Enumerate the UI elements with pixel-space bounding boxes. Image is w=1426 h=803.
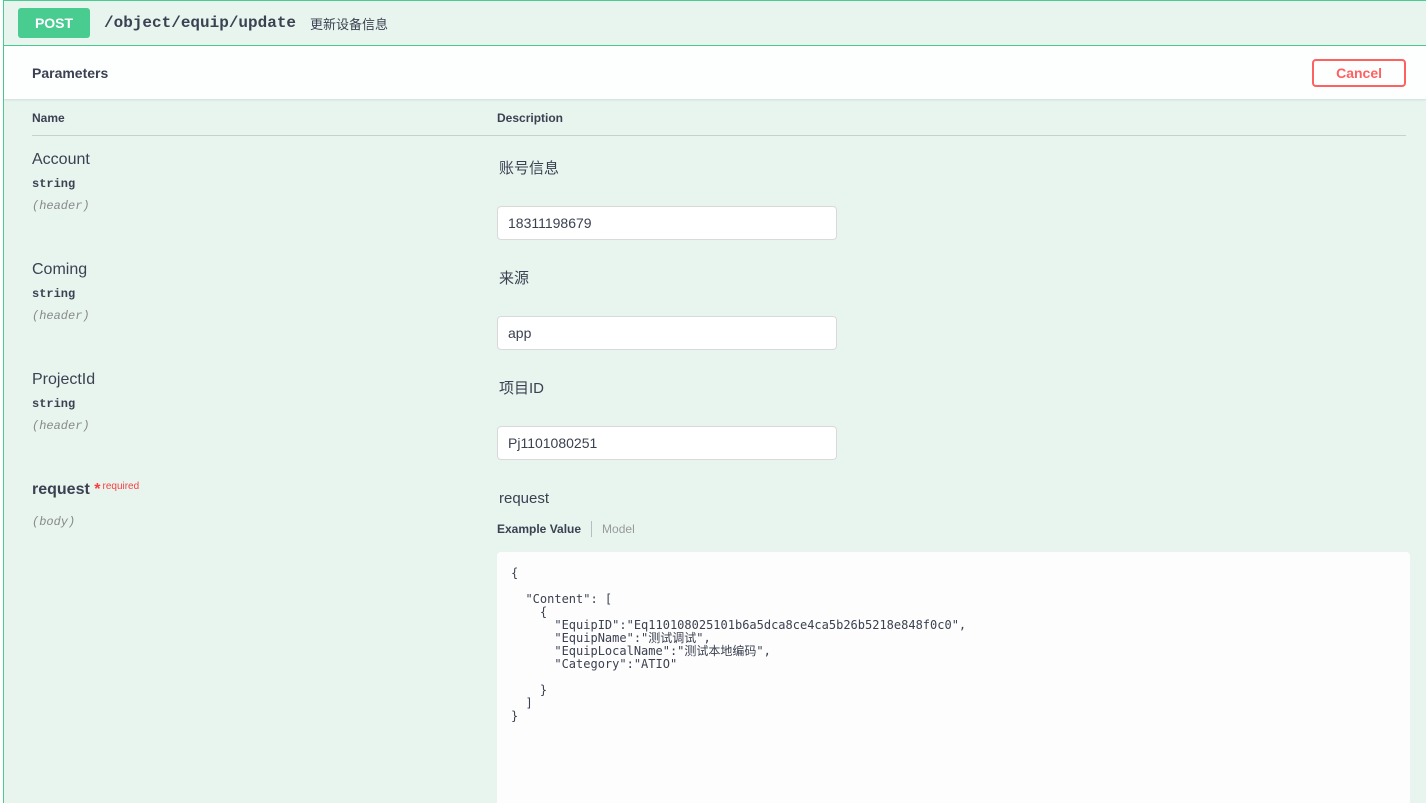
table-row-coming: Coming string (header) 来源 — [32, 246, 1406, 356]
table-header-row: Name Description — [32, 99, 1406, 136]
coming-input[interactable] — [497, 316, 837, 350]
parameters-header: Parameters Cancel — [4, 46, 1426, 99]
param-type: string — [32, 177, 497, 191]
param-projectid-description-cell: 项目ID — [497, 370, 1406, 460]
param-request-description-cell: request Example Value Model { "Content":… — [497, 480, 1410, 803]
param-request-meta: request *required (body) — [32, 480, 497, 803]
param-description: 项目ID — [497, 380, 1406, 398]
request-name: request — [32, 481, 90, 498]
example-value-json[interactable]: { "Content": [ { "EquipID":"Eq1101080251… — [497, 552, 1410, 803]
column-header-description: Description — [497, 99, 1406, 136]
opblock-post: POST /object/equip/update 更新设备信息 Paramet… — [3, 0, 1426, 803]
param-name: Account — [32, 150, 497, 169]
parameters-title: Parameters — [32, 65, 108, 81]
param-description: 账号信息 — [497, 160, 1406, 178]
endpoint-description: 更新设备信息 — [310, 14, 388, 33]
param-description: 来源 — [497, 270, 1406, 288]
param-name: ProjectId — [32, 370, 497, 389]
param-name: Coming — [32, 260, 497, 279]
param-description: request — [497, 490, 1410, 508]
param-account-meta: Account string (header) — [32, 150, 497, 240]
projectid-input[interactable] — [497, 426, 837, 460]
endpoint-path: /object/equip/update — [104, 14, 296, 32]
param-type: string — [32, 287, 497, 301]
table-row-request: request *required (body) request Example… — [32, 466, 1406, 803]
example-model-tabs: Example Value Model — [497, 520, 1410, 538]
required-label: required — [100, 481, 139, 492]
endpoint-summary[interactable]: POST /object/equip/update 更新设备信息 — [4, 1, 1426, 46]
column-header-name: Name — [32, 99, 497, 136]
account-input[interactable] — [497, 206, 837, 240]
param-projectid-meta: ProjectId string (header) — [32, 370, 497, 460]
param-type: string — [32, 397, 497, 411]
tab-example-value[interactable]: Example Value — [497, 522, 581, 536]
param-location: (header) — [32, 199, 497, 213]
method-badge: POST — [18, 8, 90, 38]
param-location: (header) — [32, 309, 497, 323]
cancel-button[interactable]: Cancel — [1312, 59, 1406, 87]
param-coming-meta: Coming string (header) — [32, 260, 497, 350]
tab-divider — [591, 521, 592, 537]
param-location: (body) — [32, 515, 497, 529]
param-location: (header) — [32, 419, 497, 433]
parameters-table: Name Description Account string (header)… — [4, 99, 1426, 803]
param-account-description-cell: 账号信息 — [497, 150, 1406, 240]
table-row-account: Account string (header) 账号信息 — [32, 136, 1406, 246]
tab-model[interactable]: Model — [602, 522, 635, 536]
param-coming-description-cell: 来源 — [497, 260, 1406, 350]
param-name: request *required — [32, 480, 497, 501]
table-row-projectid: ProjectId string (header) 项目ID — [32, 356, 1406, 466]
